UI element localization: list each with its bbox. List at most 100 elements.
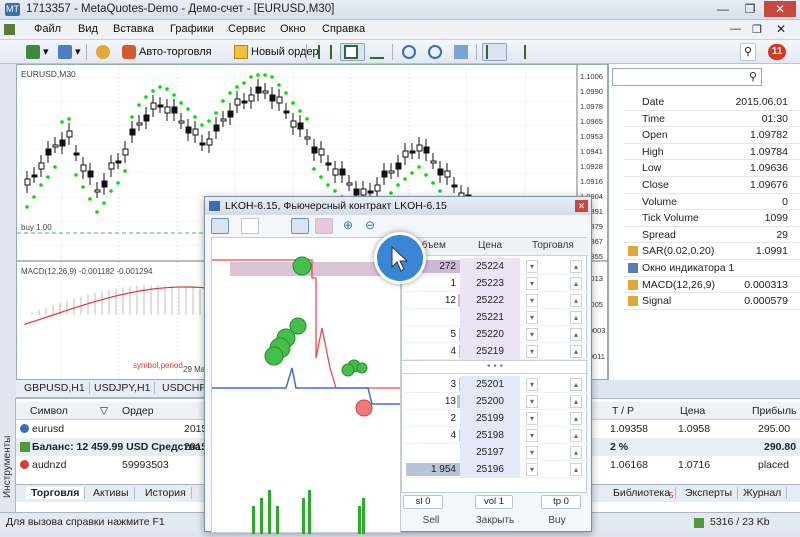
col-tp[interactable]: T / P bbox=[612, 402, 634, 420]
dom-buy-row[interactable]: 4 25198 ▾ ▴ bbox=[402, 427, 588, 444]
dom-buy-row[interactable]: 25197 ▾ ▴ bbox=[402, 444, 588, 461]
dom-buy-limit-icon[interactable]: ▴ bbox=[570, 294, 582, 307]
tab-history[interactable]: История bbox=[140, 487, 192, 499]
dom-buy-limit-icon[interactable]: ▴ bbox=[570, 463, 582, 476]
dom-sell-limit-icon[interactable]: ▾ bbox=[526, 345, 538, 358]
dom-sell-limit-icon[interactable]: ▾ bbox=[526, 294, 538, 307]
dom-price[interactable]: 25199 bbox=[460, 410, 520, 427]
new-order-button[interactable]: Новый ордер bbox=[230, 43, 323, 61]
dom-sell-row[interactable]: 272 25224 ▾ ▴ bbox=[402, 258, 588, 275]
close-icon[interactable]: ✕ bbox=[764, 1, 796, 17]
buy-button[interactable]: Buy bbox=[529, 513, 585, 529]
col-price[interactable]: Цена bbox=[680, 402, 705, 420]
dom-price[interactable]: 25201 bbox=[460, 376, 520, 393]
dom-price[interactable]: 25198 bbox=[460, 427, 520, 444]
dom-price[interactable]: 25219 bbox=[460, 343, 520, 360]
zoom-in-icon[interactable] bbox=[398, 43, 423, 61]
dom-sell-limit-icon[interactable]: ▾ bbox=[526, 378, 538, 391]
notifications-badge[interactable]: 11 bbox=[768, 44, 786, 60]
dom-sell-row[interactable]: 1 25223 ▾ ▴ bbox=[402, 275, 588, 292]
dom-title-bar[interactable]: LKOH-6.15, Фьючерсный контракт LKOH-6.15… bbox=[205, 197, 591, 215]
dom-sell-limit-icon[interactable]: ▾ bbox=[526, 412, 538, 425]
col-profit[interactable]: Прибыль bbox=[752, 402, 796, 420]
search-icon[interactable]: ⚲ bbox=[740, 43, 757, 61]
dom-table-icon[interactable] bbox=[241, 218, 259, 234]
tab-library[interactable]: Библиотека bbox=[608, 487, 677, 499]
menu-insert[interactable]: Вставка bbox=[113, 23, 154, 35]
dom-price[interactable]: 25224 bbox=[460, 258, 520, 275]
minimize-icon[interactable]: — bbox=[710, 1, 736, 17]
dom-price[interactable]: 25200 bbox=[460, 393, 520, 410]
dom-sell-limit-icon[interactable]: ▾ bbox=[526, 328, 538, 341]
zoom-out-icon[interactable] bbox=[424, 43, 449, 61]
sl-stepper[interactable]: sl 0 bbox=[403, 495, 443, 509]
dom-price[interactable]: 25220 bbox=[460, 326, 520, 343]
search-input[interactable]: ⚲ bbox=[612, 68, 762, 86]
col-order[interactable]: Ордер bbox=[122, 402, 154, 420]
market-watch-button[interactable] bbox=[92, 43, 117, 61]
dom-sell-limit-icon[interactable]: ▾ bbox=[526, 446, 538, 459]
dom-buy-limit-icon[interactable]: ▴ bbox=[570, 345, 582, 358]
dom-sell-limit-icon[interactable]: ▾ bbox=[526, 463, 538, 476]
dom-close-icon[interactable]: ✕ bbox=[575, 200, 588, 212]
line-chart-icon[interactable] bbox=[366, 43, 391, 61]
tile-windows-icon[interactable] bbox=[450, 43, 475, 61]
dom-buy-row[interactable]: 2 25199 ▾ ▴ bbox=[402, 410, 588, 427]
dom-buy-row[interactable]: 3 25201 ▾ ▴ bbox=[402, 376, 588, 393]
menu-charts[interactable]: Графики bbox=[170, 23, 214, 35]
close-position-button[interactable]: Закрыть bbox=[463, 513, 527, 529]
dom-sell-row[interactable]: 5 25220 ▾ ▴ bbox=[402, 326, 588, 343]
candlestick-icon[interactable] bbox=[340, 43, 365, 61]
dom-price[interactable]: 25221 bbox=[460, 309, 520, 326]
tab-trade[interactable]: Торговля bbox=[26, 487, 86, 499]
dom-sell-limit-icon[interactable]: ▾ bbox=[526, 395, 538, 408]
autoscroll-icon[interactable] bbox=[482, 43, 507, 61]
dom-price[interactable]: 25223 bbox=[460, 275, 520, 292]
dom-buy-limit-icon[interactable]: ▴ bbox=[570, 429, 582, 442]
bar-chart-icon[interactable] bbox=[314, 43, 339, 61]
dom-ticks-icon[interactable] bbox=[291, 218, 309, 234]
menu-tools[interactable]: Сервис bbox=[228, 23, 266, 35]
profiles-button[interactable]: ▾ bbox=[54, 43, 85, 61]
dom-buy-row[interactable]: 13 25200 ▾ ▴ bbox=[402, 393, 588, 410]
dom-buy-limit-icon[interactable]: ▴ bbox=[570, 395, 582, 408]
maximize-icon[interactable]: ❐ bbox=[737, 1, 763, 17]
tab-gbpusd[interactable]: GBPUSD,H1 bbox=[20, 382, 90, 394]
dom-buy-row[interactable]: 1 954 25196 ▾ ▴ bbox=[402, 461, 588, 478]
dom-sell-limit-icon[interactable]: ▾ bbox=[526, 311, 538, 324]
dom-sell-row[interactable]: 12 25222 ▾ ▴ bbox=[402, 292, 588, 309]
col-symbol[interactable]: Символ bbox=[30, 402, 68, 420]
dom-price[interactable]: 25197 bbox=[460, 444, 520, 461]
mdi-minimize-icon[interactable]: — bbox=[730, 23, 741, 35]
dom-zoom-out-icon[interactable]: ⊖ bbox=[365, 218, 375, 232]
dom-buy-limit-icon[interactable]: ▴ bbox=[570, 378, 582, 391]
dom-price[interactable]: 25196 bbox=[460, 461, 520, 478]
dom-zoom-in-icon[interactable]: ⊕ bbox=[343, 218, 353, 232]
menu-file[interactable]: Файл bbox=[34, 23, 61, 35]
dom-sell-row[interactable]: 4 25219 ▾ ▴ bbox=[402, 343, 588, 360]
menu-window[interactable]: Окно bbox=[280, 23, 306, 35]
chart-shift-icon[interactable] bbox=[508, 43, 533, 61]
mdi-restore-icon[interactable]: ❐ bbox=[752, 23, 762, 36]
new-chart-button[interactable]: ▾ bbox=[22, 43, 53, 61]
tab-journal[interactable]: Журнал bbox=[738, 487, 788, 499]
dom-sell-limit-icon[interactable]: ▾ bbox=[526, 277, 538, 290]
tab-assets[interactable]: Активы bbox=[88, 487, 135, 499]
tab-usdjpy[interactable]: USDJPY,H1 bbox=[90, 382, 156, 394]
menu-help[interactable]: Справка bbox=[322, 23, 365, 35]
sell-button[interactable]: Sell bbox=[403, 513, 459, 529]
tp-stepper[interactable]: tp 0 bbox=[541, 495, 581, 509]
dom-buy-limit-icon[interactable]: ▴ bbox=[570, 311, 582, 324]
dom-sell-limit-icon[interactable]: ▾ bbox=[526, 429, 538, 442]
dom-orders-icon[interactable] bbox=[315, 218, 333, 234]
mdi-close-icon[interactable]: ✕ bbox=[776, 22, 786, 36]
tab-experts[interactable]: Эксперты bbox=[680, 487, 738, 499]
menu-view[interactable]: Вид bbox=[78, 23, 98, 35]
dom-tick-chart[interactable] bbox=[211, 237, 401, 534]
dom-chart-icon[interactable] bbox=[211, 218, 229, 234]
auto-trading-button[interactable]: Авто-торговля bbox=[118, 43, 216, 61]
dom-price[interactable]: 25222 bbox=[460, 292, 520, 309]
dom-buy-limit-icon[interactable]: ▴ bbox=[570, 328, 582, 341]
dom-sell-limit-icon[interactable]: ▾ bbox=[526, 260, 538, 273]
dom-sell-row[interactable]: 25221 ▾ ▴ bbox=[402, 309, 588, 326]
